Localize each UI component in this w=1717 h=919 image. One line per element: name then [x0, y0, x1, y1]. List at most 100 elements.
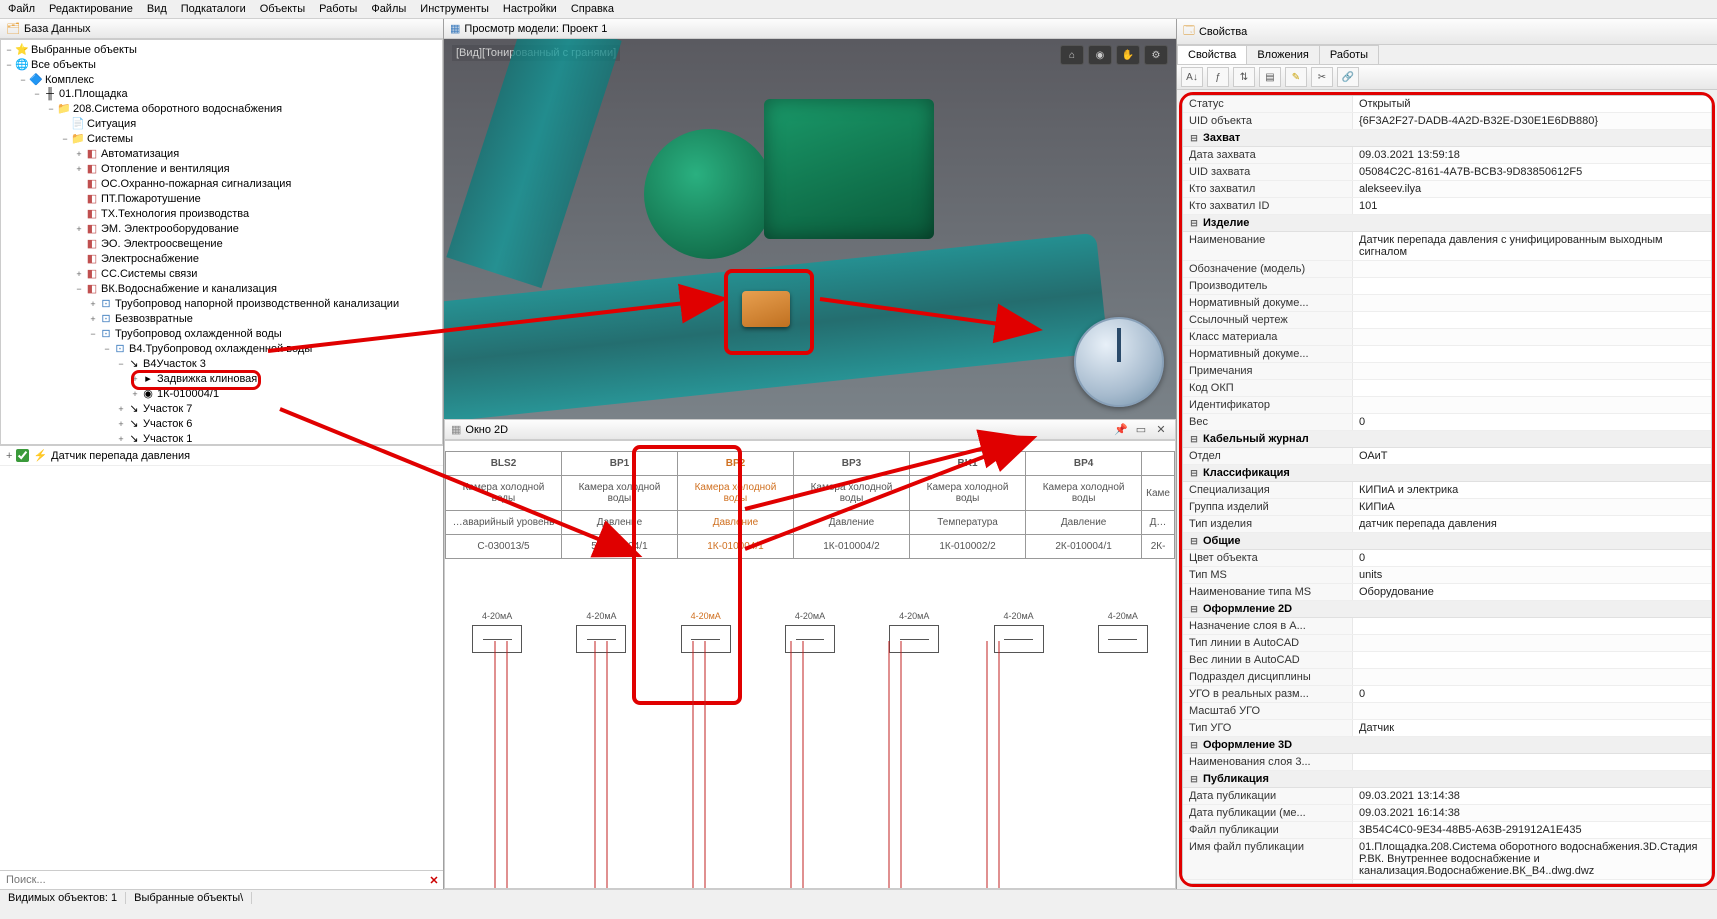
props-value[interactable]: units [1353, 567, 1711, 583]
props-value[interactable]: 3B54C4C0-9E34-48B5-A63B-291912A1E435 [1353, 822, 1711, 838]
tree-node[interactable]: − 🔷 Комплекс [3, 72, 440, 87]
props-value[interactable]: 101 [1353, 198, 1711, 214]
tree-label[interactable]: Участок 6 [143, 418, 192, 430]
view2d-pin-icon[interactable]: 📌 [1113, 423, 1129, 436]
props-row[interactable]: Наименование типа MSОборудование [1183, 584, 1711, 601]
expander-icon[interactable]: + [73, 224, 85, 234]
tree-label[interactable]: Все объекты [31, 59, 96, 71]
props-row[interactable]: Группа изделийКИПиА [1183, 499, 1711, 516]
tree-label[interactable]: Системы [87, 133, 133, 145]
props-value[interactable]: 05084C2C-8161-4A7B-BCB3-9D83850612F5 [1353, 164, 1711, 180]
tree-label[interactable]: Комплекс [45, 74, 94, 86]
expander-icon[interactable]: − [115, 359, 127, 369]
tree-label[interactable]: ПТ.Пожаротушение [101, 193, 201, 205]
menu-Файлы[interactable]: Файлы [371, 3, 406, 15]
tree-node[interactable]: ◧ ПТ.Пожаротушение [3, 191, 440, 206]
object-tree[interactable]: − ⭐ Выбранные объекты− 🌐 Все объекты− 🔷 … [0, 39, 443, 445]
view3d-pan-button[interactable]: ✋ [1116, 45, 1140, 65]
props-section-header[interactable]: ⊟Оформление 3D [1183, 737, 1711, 754]
props-row[interactable]: Дата захвата09.03.2021 13:59:18 [1183, 147, 1711, 164]
compass-icon[interactable] [1074, 317, 1164, 407]
tree-node[interactable]: − ⭐ Выбранные объекты [3, 42, 440, 57]
tree-node[interactable]: + ↘ Участок 7 [3, 401, 440, 416]
expander-icon[interactable]: + [115, 404, 127, 414]
tree-label[interactable]: 01.Площадка [59, 88, 128, 100]
expander-icon[interactable]: − [3, 60, 15, 70]
tree-node[interactable]: − ⊡ Трубопровод охлажденной воды [3, 326, 440, 341]
props-row[interactable]: Вес0 [1183, 414, 1711, 431]
props-value[interactable]: Открытый [1353, 96, 1711, 112]
props-row[interactable]: Идентификатор [1183, 397, 1711, 414]
props-value[interactable] [1353, 380, 1711, 396]
props-value[interactable]: 09.03.2021 16:14:38 [1353, 805, 1711, 821]
props-row[interactable]: НаименованиеДатчик перепада давления с у… [1183, 232, 1711, 261]
props-value[interactable] [1353, 261, 1711, 277]
props-value[interactable] [1353, 669, 1711, 685]
collapse-icon[interactable]: ⊟ [1189, 536, 1199, 547]
tree-label[interactable]: Трубопровод охлажденной воды [115, 328, 282, 340]
tree-node[interactable]: + ⊡ Трубопровод напорной производственно… [3, 296, 440, 311]
tree-label[interactable]: Безвозвратные [115, 313, 193, 325]
collapse-icon[interactable]: ⊟ [1189, 774, 1199, 785]
props-value[interactable] [1353, 703, 1711, 719]
props-row[interactable]: UID публикации05084C2C-8161-4A7B-BCB3-9D… [1183, 880, 1711, 884]
tree-label[interactable]: Электроснабжение [101, 253, 199, 265]
tree-node[interactable]: + ↘ Участок 1 [3, 431, 440, 445]
tab-Свойства[interactable]: Свойства [1177, 45, 1247, 64]
props-value[interactable]: КИПиА и электрика [1353, 482, 1711, 498]
props-section-header[interactable]: ⊟Захват [1183, 130, 1711, 147]
props-value[interactable] [1353, 278, 1711, 294]
expander-icon[interactable]: − [59, 134, 71, 144]
collapse-icon[interactable]: ⊟ [1189, 434, 1199, 445]
tree-node[interactable]: − ⊡ В4.Трубопровод охлажденной воды [3, 341, 440, 356]
tree-node[interactable]: + ◧ Отопление и вентиляция [3, 161, 440, 176]
expander-icon[interactable]: − [31, 89, 43, 99]
menu-Настройки[interactable]: Настройки [503, 3, 557, 15]
props-value[interactable] [1353, 618, 1711, 634]
props-value[interactable] [1353, 295, 1711, 311]
props-row[interactable]: Подраздел дисциплины [1183, 669, 1711, 686]
expander-icon[interactable]: − [87, 329, 99, 339]
props-row[interactable]: Тип изделиядатчик перепада давления [1183, 516, 1711, 533]
tree-node[interactable]: − ↘ В4Участок 3 [3, 356, 440, 371]
tree-label[interactable]: Участок 7 [143, 403, 192, 415]
props-row[interactable]: Обозначение (модель) [1183, 261, 1711, 278]
tree-node[interactable]: + ◧ Автоматизация [3, 146, 440, 161]
properties-tabs[interactable]: СвойстваВложенияРаботы [1177, 45, 1717, 65]
props-value[interactable] [1353, 652, 1711, 668]
props-value[interactable]: КИПиА [1353, 499, 1711, 515]
props-row[interactable]: Кто захватил ID101 [1183, 198, 1711, 215]
props-row[interactable]: Нормативный докуме... [1183, 295, 1711, 312]
collapse-icon[interactable]: ⊟ [1189, 604, 1199, 615]
menu-Объекты[interactable]: Объекты [260, 3, 305, 15]
expander-icon[interactable]: + [129, 389, 141, 399]
tree-node[interactable]: + ⊡ Безвозвратные [3, 311, 440, 326]
tab-Работы[interactable]: Работы [1319, 45, 1379, 64]
props-row[interactable]: UID захвата05084C2C-8161-4A7B-BCB3-9D838… [1183, 164, 1711, 181]
tree-label[interactable]: Выбранные объекты [31, 44, 137, 56]
menu-Редактирование[interactable]: Редактирование [49, 3, 133, 15]
props-value[interactable] [1353, 754, 1711, 770]
props-row[interactable]: Файл публикации3B54C4C0-9E34-48B5-A63B-2… [1183, 822, 1711, 839]
props-value[interactable]: 05084C2C-8161-4A7B-BCB3-9D83850612F5 [1353, 880, 1711, 884]
expander-icon[interactable]: + [129, 374, 141, 384]
menu-Работы[interactable]: Работы [319, 3, 357, 15]
props-value[interactable] [1353, 312, 1711, 328]
tree-label[interactable]: Задвижка клиновая [157, 373, 257, 385]
props-row[interactable]: Дата публикации (ме...09.03.2021 16:14:3… [1183, 805, 1711, 822]
props-row[interactable]: Масштаб УГО [1183, 703, 1711, 720]
props-row[interactable]: Назначение слоя в A... [1183, 618, 1711, 635]
props-row[interactable]: Производитель [1183, 278, 1711, 295]
expander-icon[interactable]: + [73, 269, 85, 279]
props-row[interactable]: Вес линии в AutoCAD [1183, 652, 1711, 669]
menu-Вид[interactable]: Вид [147, 3, 167, 15]
expander-icon[interactable]: + [73, 164, 85, 174]
props-row[interactable]: Тип линии в AutoCAD [1183, 635, 1711, 652]
view2d-close-icon[interactable]: ✕ [1153, 423, 1169, 436]
props-row[interactable]: ОтделОАиТ [1183, 448, 1711, 465]
tree-label[interactable]: ВК.Водоснабжение и канализация [101, 283, 277, 295]
props-value[interactable] [1353, 363, 1711, 379]
tree-label[interactable]: 1К-010004/1 [157, 388, 219, 400]
props-value[interactable]: Датчик [1353, 720, 1711, 736]
props-value[interactable]: Оборудование [1353, 584, 1711, 600]
